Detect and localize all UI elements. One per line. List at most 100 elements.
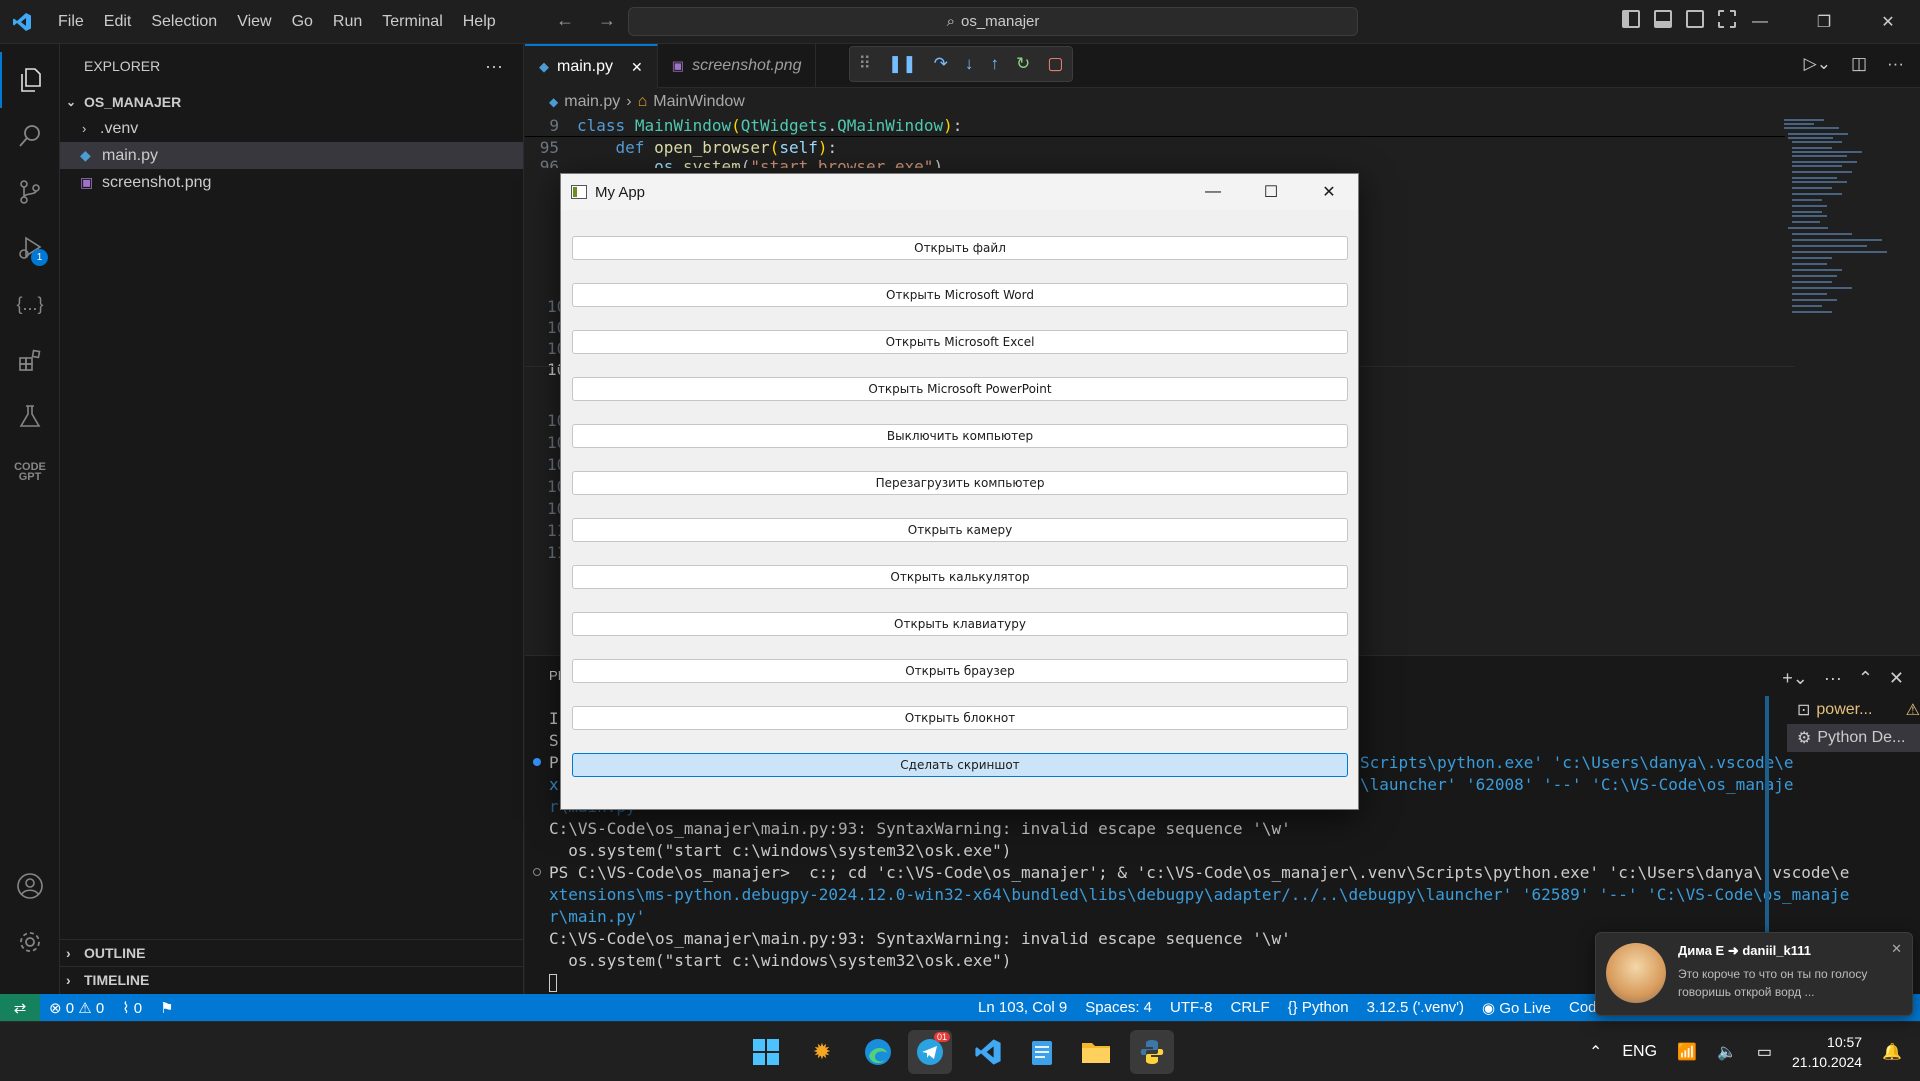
open-powerpoint-button[interactable]: Открыть Microsoft PowerPoint bbox=[572, 377, 1348, 401]
language-mode[interactable]: {} Python bbox=[1279, 999, 1358, 1016]
close-notification-icon[interactable]: ✕ bbox=[1891, 941, 1902, 957]
step-over-icon[interactable]: ↷ bbox=[934, 54, 948, 74]
extensions-icon[interactable] bbox=[0, 332, 60, 388]
show-hidden-icons-icon[interactable]: ⌃ bbox=[1589, 1042, 1602, 1062]
notifications-bell-icon[interactable]: 🔔 bbox=[1882, 1042, 1902, 1062]
ports-indicator[interactable]: ⌇ 0 bbox=[113, 999, 151, 1017]
restart-button[interactable]: Перезагрузить компьютер bbox=[572, 471, 1348, 495]
menu-terminal[interactable]: Terminal bbox=[372, 0, 452, 44]
cursor-position[interactable]: Ln 103, Col 9 bbox=[969, 999, 1076, 1016]
restore-icon[interactable]: ❐ bbox=[1792, 0, 1856, 44]
debug-status-icon[interactable]: ⚑ bbox=[151, 999, 182, 1017]
testing-icon[interactable] bbox=[0, 388, 60, 444]
step-into-icon[interactable]: ↓ bbox=[965, 54, 974, 74]
toggle-sidebar-icon[interactable] bbox=[1622, 10, 1640, 28]
restart-icon[interactable]: ↻ bbox=[1016, 54, 1030, 74]
close-tab-icon[interactable]: ✕ bbox=[631, 59, 643, 76]
json-icon[interactable]: {...} bbox=[0, 276, 60, 332]
account-icon[interactable] bbox=[0, 858, 60, 914]
clock[interactable]: 10:57 21.10.2024 bbox=[1792, 1032, 1862, 1072]
close-panel-icon[interactable]: ✕ bbox=[1889, 668, 1904, 689]
telegram-icon[interactable]: 01 bbox=[908, 1030, 952, 1074]
toggle-panel-icon[interactable] bbox=[1654, 10, 1672, 28]
split-editor-icon[interactable]: ◫ bbox=[1851, 54, 1867, 74]
terminal-cursor[interactable] bbox=[549, 974, 557, 992]
open-calculator-button[interactable]: Открыть калькулятор bbox=[572, 565, 1348, 589]
tree-item-screenshot[interactable]: ▣ screenshot.png bbox=[60, 169, 523, 196]
menu-file[interactable]: File bbox=[48, 0, 94, 44]
app-close-icon[interactable]: ✕ bbox=[1300, 174, 1358, 210]
codegpt-icon[interactable]: CODE GPT bbox=[0, 444, 60, 500]
more-actions-icon[interactable]: ··· bbox=[1887, 54, 1904, 74]
menu-edit[interactable]: Edit bbox=[94, 0, 142, 44]
pause-icon[interactable]: ❚❚ bbox=[888, 54, 917, 74]
battery-icon[interactable]: ▭ bbox=[1757, 1042, 1772, 1062]
take-screenshot-button[interactable]: Сделать скриншот bbox=[572, 753, 1348, 777]
step-out-icon[interactable]: ↑ bbox=[990, 54, 999, 74]
new-terminal-icon[interactable]: +⌄ bbox=[1782, 668, 1808, 689]
explorer-icon[interactable] bbox=[0, 52, 60, 108]
breadcrumb-symbol[interactable]: MainWindow bbox=[653, 93, 745, 111]
input-language[interactable]: ENG bbox=[1622, 1043, 1657, 1061]
open-keyboard-button[interactable]: Открыть клавиатуру bbox=[572, 612, 1348, 636]
tab-screenshot-png[interactable]: ▣ screenshot.png bbox=[658, 44, 817, 88]
timeline-section[interactable]: › TIMELINE bbox=[60, 966, 524, 993]
remote-icon[interactable]: ⇄ bbox=[0, 994, 40, 1021]
open-browser-button[interactable]: Открыть браузер bbox=[572, 659, 1348, 683]
terminal-scrollbar[interactable] bbox=[1765, 696, 1769, 956]
minimap[interactable] bbox=[1782, 115, 1892, 345]
forward-arrow-icon[interactable]: → bbox=[598, 10, 616, 31]
wifi-icon[interactable]: 📶 bbox=[1677, 1042, 1697, 1062]
tree-item-venv[interactable]: › .venv bbox=[60, 115, 523, 142]
menu-run[interactable]: Run bbox=[323, 0, 372, 44]
tree-item-main-py[interactable]: ◆ main.py bbox=[60, 142, 523, 169]
open-notepad-button[interactable]: Открыть блокнот bbox=[572, 706, 1348, 730]
menu-selection[interactable]: Selection bbox=[141, 0, 227, 44]
breadcrumb-file[interactable]: main.py bbox=[564, 93, 620, 111]
source-control-icon[interactable] bbox=[0, 164, 60, 220]
encoding[interactable]: UTF-8 bbox=[1161, 999, 1222, 1016]
outline-section[interactable]: › OUTLINE bbox=[60, 939, 524, 966]
go-live[interactable]: ◉ Go Live bbox=[1473, 999, 1560, 1017]
command-center-search[interactable]: ⌕ os_manajer bbox=[628, 7, 1358, 36]
app-minimize-icon[interactable]: — bbox=[1184, 174, 1242, 210]
file-explorer-icon[interactable] bbox=[1074, 1030, 1118, 1074]
settings-gear-icon[interactable] bbox=[0, 914, 60, 970]
minimize-icon[interactable]: — bbox=[1728, 0, 1792, 44]
open-excel-button[interactable]: Открыть Microsoft Excel bbox=[572, 330, 1348, 354]
vscode-taskbar-icon[interactable] bbox=[966, 1030, 1010, 1074]
run-icon[interactable]: ▷⌄ bbox=[1804, 54, 1831, 74]
app-title-bar[interactable]: My App — ☐ ✕ bbox=[561, 174, 1358, 210]
volume-icon[interactable]: 🔈 bbox=[1717, 1042, 1737, 1062]
toggle-secondary-sidebar-icon[interactable] bbox=[1686, 10, 1704, 28]
python-interpreter[interactable]: 3.12.5 ('.venv') bbox=[1358, 999, 1473, 1016]
close-icon[interactable]: ✕ bbox=[1856, 0, 1920, 44]
tab-main-py[interactable]: ◆ main.py ✕ bbox=[525, 44, 658, 88]
shutdown-button[interactable]: Выключить компьютер bbox=[572, 424, 1348, 448]
terminal-item-python-debug[interactable]: ⚙ Python De... bbox=[1787, 724, 1920, 752]
code-line[interactable]: 9 class MainWindow(QtWidgets.QMainWindow)… bbox=[525, 115, 1865, 136]
back-arrow-icon[interactable]: ← bbox=[556, 10, 574, 31]
menu-help[interactable]: Help bbox=[453, 0, 506, 44]
problems-indicator[interactable]: ⊗ 0 ⚠ 0 bbox=[40, 999, 113, 1017]
drag-handle-icon[interactable]: ⠿ bbox=[859, 54, 871, 74]
code-line[interactable]: 96 os.system("start browser.exe") bbox=[525, 156, 1865, 168]
terminal-item-powershell[interactable]: ⊡ power... ⚠ bbox=[1787, 696, 1920, 724]
menu-go[interactable]: Go bbox=[282, 0, 323, 44]
windows-start-icon[interactable] bbox=[744, 1030, 788, 1074]
python-app-icon[interactable] bbox=[1130, 1030, 1174, 1074]
line-ending[interactable]: CRLF bbox=[1222, 999, 1279, 1016]
open-camera-button[interactable]: Открыть камеру bbox=[572, 518, 1348, 542]
settings-app-icon[interactable]: ✹ bbox=[800, 1030, 844, 1074]
edge-browser-icon[interactable] bbox=[856, 1030, 900, 1074]
run-debug-icon[interactable]: 1 bbox=[0, 220, 60, 276]
open-word-button[interactable]: Открыть Microsoft Word bbox=[572, 283, 1348, 307]
more-actions-icon[interactable]: ··· bbox=[1824, 668, 1842, 689]
open-file-button[interactable]: Открыть файл bbox=[572, 236, 1348, 260]
search-icon[interactable] bbox=[0, 108, 60, 164]
telegram-notification[interactable]: Дима Е ➜ daniil_k111 Это короче то что о… bbox=[1595, 932, 1913, 1016]
folder-os-manajer[interactable]: ⌄ OS_MANAJER bbox=[60, 88, 523, 115]
maximize-panel-icon[interactable]: ⌃ bbox=[1858, 668, 1873, 689]
notepad-icon[interactable] bbox=[1020, 1030, 1064, 1074]
menu-view[interactable]: View bbox=[227, 0, 281, 44]
